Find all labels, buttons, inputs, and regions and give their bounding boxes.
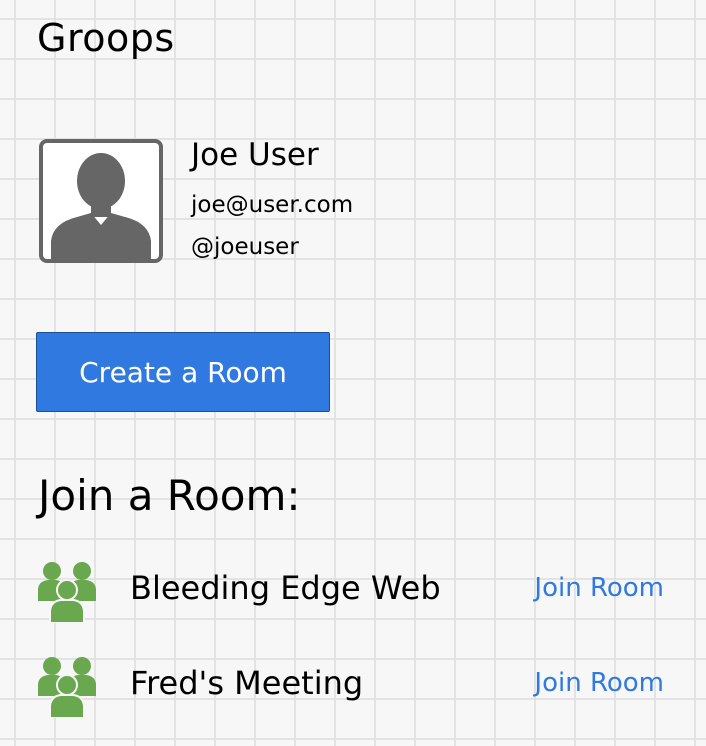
room-list-item: Fred's Meeting Join Room: [0, 650, 706, 720]
room-name: Fred's Meeting: [130, 664, 364, 702]
room-list-item: Bleeding Edge Web Join Room: [0, 555, 706, 625]
create-room-button[interactable]: Create a Room: [36, 332, 330, 412]
room-name: Bleeding Edge Web: [130, 569, 441, 607]
join-room-heading: Join a Room:: [38, 471, 301, 520]
app-title: Groops: [37, 16, 175, 60]
profile-name: Joe User: [191, 137, 319, 173]
profile-handle: @joeuser: [191, 234, 299, 260]
profile-email: joe@user.com: [191, 192, 354, 218]
join-room-link[interactable]: Join Room: [534, 668, 664, 699]
join-room-link[interactable]: Join Room: [534, 573, 664, 604]
group-icon: [36, 559, 100, 623]
group-icon: [36, 654, 100, 718]
user-silhouette-icon: [39, 139, 163, 263]
